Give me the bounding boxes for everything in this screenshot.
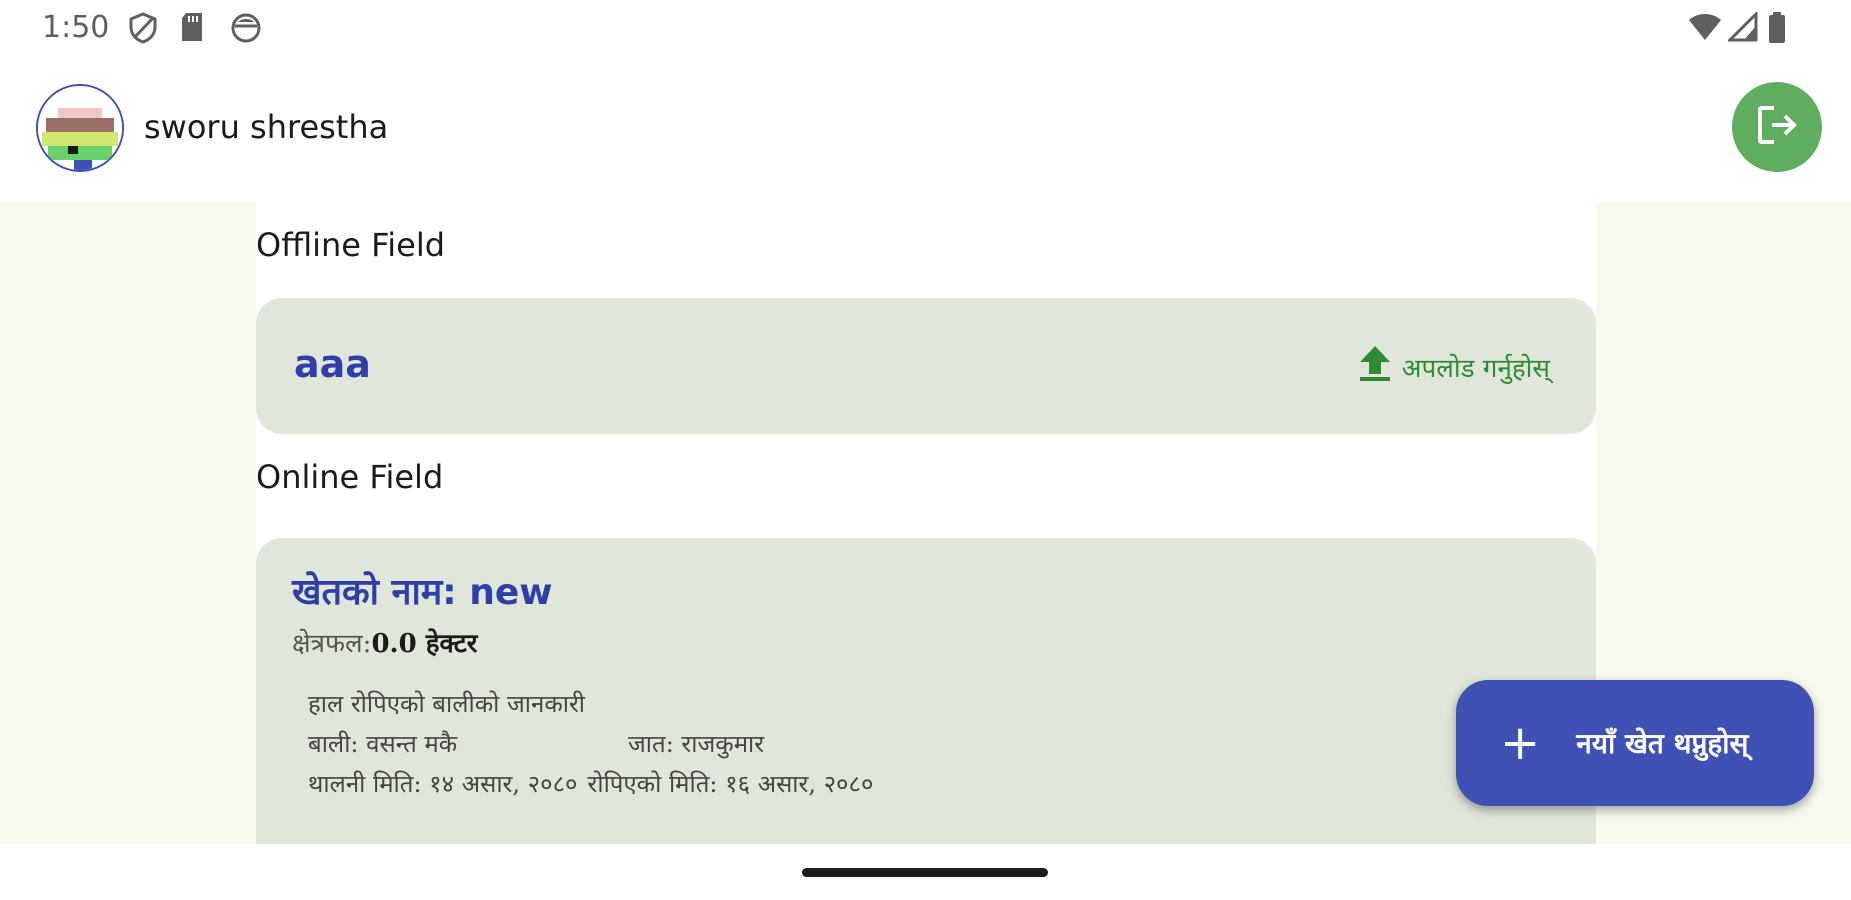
- add-field-label: नयाँ खेत थप्नुहोस्: [1576, 727, 1749, 760]
- planting-date: रोपिएको मिति: १६ असार, २०८०: [587, 770, 874, 798]
- upload-label: अपलोड गर्नुहोस्: [1401, 353, 1550, 384]
- battery-icon: [1768, 12, 1786, 44]
- sowing-date: थालनी मिति: १४ असार, २०८०: [308, 770, 578, 798]
- user-name: sworu shrestha: [144, 108, 389, 146]
- crop-row: बाली: वसन्त मकै जात: राजकुमार: [308, 724, 874, 764]
- app-bar: sworu shrestha: [0, 70, 1851, 202]
- plus-icon: +: [1500, 715, 1541, 771]
- crop-info: हाल रोपिएको बालीको जानकारी बाली: वसन्त म…: [308, 684, 874, 804]
- screen: 1:50 sworu shrestha Offline Field aaa अप…: [0, 0, 1851, 900]
- upload-button[interactable]: अपलोड गर्नुहोस्: [1358, 344, 1550, 389]
- dates-row: थालनी मिति: १४ असार, २०८० रोपिएको मिति: …: [308, 764, 874, 804]
- sd-card-icon: [180, 12, 204, 42]
- shield-icon: [128, 12, 158, 44]
- vpn-icon: [230, 12, 262, 44]
- area-label: क्षेत्रफल:: [292, 629, 372, 659]
- online-field-title: खेतको नाम: new: [292, 572, 553, 613]
- navigation-bar: [0, 844, 1851, 900]
- logout-button[interactable]: [1732, 82, 1822, 172]
- area-value: 0.0 हेक्टर: [371, 629, 478, 659]
- field-list: Offline Field aaa अपलोड गर्नुहोस् Online…: [256, 202, 1596, 844]
- add-field-button[interactable]: + नयाँ खेत थप्नुहोस्: [1456, 680, 1814, 806]
- crop-heading: हाल रोपिएको बालीको जानकारी: [308, 690, 585, 718]
- offline-field-name: aaa: [294, 342, 371, 386]
- wifi-icon: [1688, 12, 1722, 42]
- offline-section-title: Offline Field: [256, 226, 446, 264]
- signal-icon: [1728, 12, 1758, 42]
- online-field-card[interactable]: खेतको नाम: new क्षेत्रफल:0.0 हेक्टर हाल …: [256, 538, 1596, 844]
- crop-label: बाली: वसन्त मकै: [308, 730, 458, 758]
- status-bar: 1:50: [0, 0, 1851, 58]
- logout-icon: [1754, 102, 1800, 152]
- upload-icon: [1358, 344, 1392, 389]
- offline-field-card[interactable]: aaa अपलोड गर्नुहोस्: [256, 298, 1596, 434]
- avatar[interactable]: [36, 84, 124, 172]
- online-section-title: Online Field: [256, 458, 444, 496]
- status-time: 1:50: [42, 10, 110, 45]
- area-row: क्षेत्रफल:0.0 हेक्टर: [292, 624, 477, 660]
- variety-label: जात: राजकुमार: [628, 730, 765, 758]
- home-gesture-handle[interactable]: [802, 868, 1048, 877]
